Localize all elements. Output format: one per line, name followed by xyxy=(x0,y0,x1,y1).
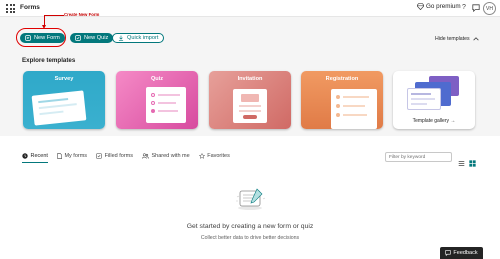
tab-my-forms-label: My forms xyxy=(64,153,88,159)
new-form-label: New Form xyxy=(34,35,60,41)
import-icon xyxy=(118,35,124,41)
template-invitation-card[interactable]: Invitation xyxy=(209,71,291,129)
template-survey-card[interactable]: Survey xyxy=(23,71,105,129)
survey-illustration xyxy=(31,90,87,126)
avatar[interactable]: VH xyxy=(483,2,496,15)
help-button[interactable]: ? xyxy=(459,2,469,13)
forms-tabs: Recent My forms Filled forms Shared with… xyxy=(22,153,230,163)
new-quiz-icon xyxy=(75,35,81,41)
feedback-label: Feedback xyxy=(453,250,478,256)
diamond-icon xyxy=(417,3,424,10)
tab-favorites-label: Favorites xyxy=(207,153,230,159)
empty-state-subtitle: Collect better data to drive better deci… xyxy=(200,235,300,241)
clock-icon xyxy=(22,153,28,159)
new-form-button[interactable]: New Form xyxy=(20,33,65,43)
filled-form-icon xyxy=(96,153,102,159)
invitation-illustration xyxy=(233,89,267,123)
tab-shared-with-me-label: Shared with me xyxy=(151,153,190,159)
app-title[interactable]: Forms xyxy=(20,4,40,11)
star-icon xyxy=(198,153,205,159)
help-icon: ? xyxy=(462,4,466,11)
template-gallery-link[interactable]: Template gallery → xyxy=(393,118,475,124)
tab-filled-forms-label: Filled forms xyxy=(104,153,133,159)
quick-import-label: Quick import xyxy=(127,35,159,41)
template-gallery-card[interactable]: Template gallery → xyxy=(393,71,475,129)
empty-state-title: Get started by creating a new form or qu… xyxy=(186,223,314,230)
chat-icon xyxy=(472,3,480,12)
app-launcher-icon[interactable] xyxy=(6,4,15,13)
list-view-icon xyxy=(458,161,465,166)
document-icon xyxy=(57,153,62,159)
annotation-arrow-line xyxy=(44,15,64,16)
people-icon xyxy=(142,153,149,159)
arrow-right-icon: → xyxy=(450,118,456,124)
chat-button[interactable] xyxy=(471,2,481,13)
registration-illustration xyxy=(331,89,377,129)
tab-my-forms[interactable]: My forms xyxy=(57,153,87,159)
new-quiz-button[interactable]: New Quiz xyxy=(70,33,114,43)
tab-shared-with-me[interactable]: Shared with me xyxy=(142,153,190,159)
gallery-illustration xyxy=(407,76,461,110)
tab-recent-label: Recent xyxy=(30,153,48,159)
tab-recent[interactable]: Recent xyxy=(22,153,48,163)
go-premium-label: Go premium xyxy=(426,3,461,10)
new-form-icon xyxy=(25,35,31,41)
hide-templates-label: Hide templates xyxy=(435,36,470,42)
go-premium-button[interactable]: Go premium xyxy=(417,3,461,10)
template-survey-label: Survey xyxy=(54,76,74,82)
tab-filled-forms[interactable]: Filled forms xyxy=(96,153,133,159)
hide-templates-button[interactable]: Hide templates xyxy=(435,36,479,42)
feedback-icon xyxy=(445,250,452,256)
tab-favorites[interactable]: Favorites xyxy=(198,153,230,159)
annotation-label: Create New Form xyxy=(64,12,100,17)
template-gallery-label: Template gallery xyxy=(412,118,449,124)
template-invitation-label: Invitation xyxy=(237,76,263,82)
empty-state-illustration xyxy=(236,188,266,210)
chevron-up-icon xyxy=(472,37,479,41)
tile-view-icon xyxy=(469,160,476,167)
tile-view-button[interactable] xyxy=(469,154,476,167)
feedback-button[interactable]: Feedback xyxy=(440,247,483,259)
new-quiz-label: New Quiz xyxy=(84,35,109,41)
quiz-illustration xyxy=(146,87,186,123)
template-quiz-label: Quiz xyxy=(150,76,164,82)
template-registration-card[interactable]: Registration xyxy=(301,71,383,129)
explore-templates-heading: Explore templates xyxy=(22,57,76,64)
template-quiz-card[interactable]: Quiz xyxy=(116,71,198,129)
list-view-button[interactable] xyxy=(458,154,465,166)
template-registration-label: Registration xyxy=(325,76,359,82)
quick-import-button[interactable]: Quick import xyxy=(112,33,165,43)
filter-input[interactable]: Filter by keyword xyxy=(385,152,452,162)
